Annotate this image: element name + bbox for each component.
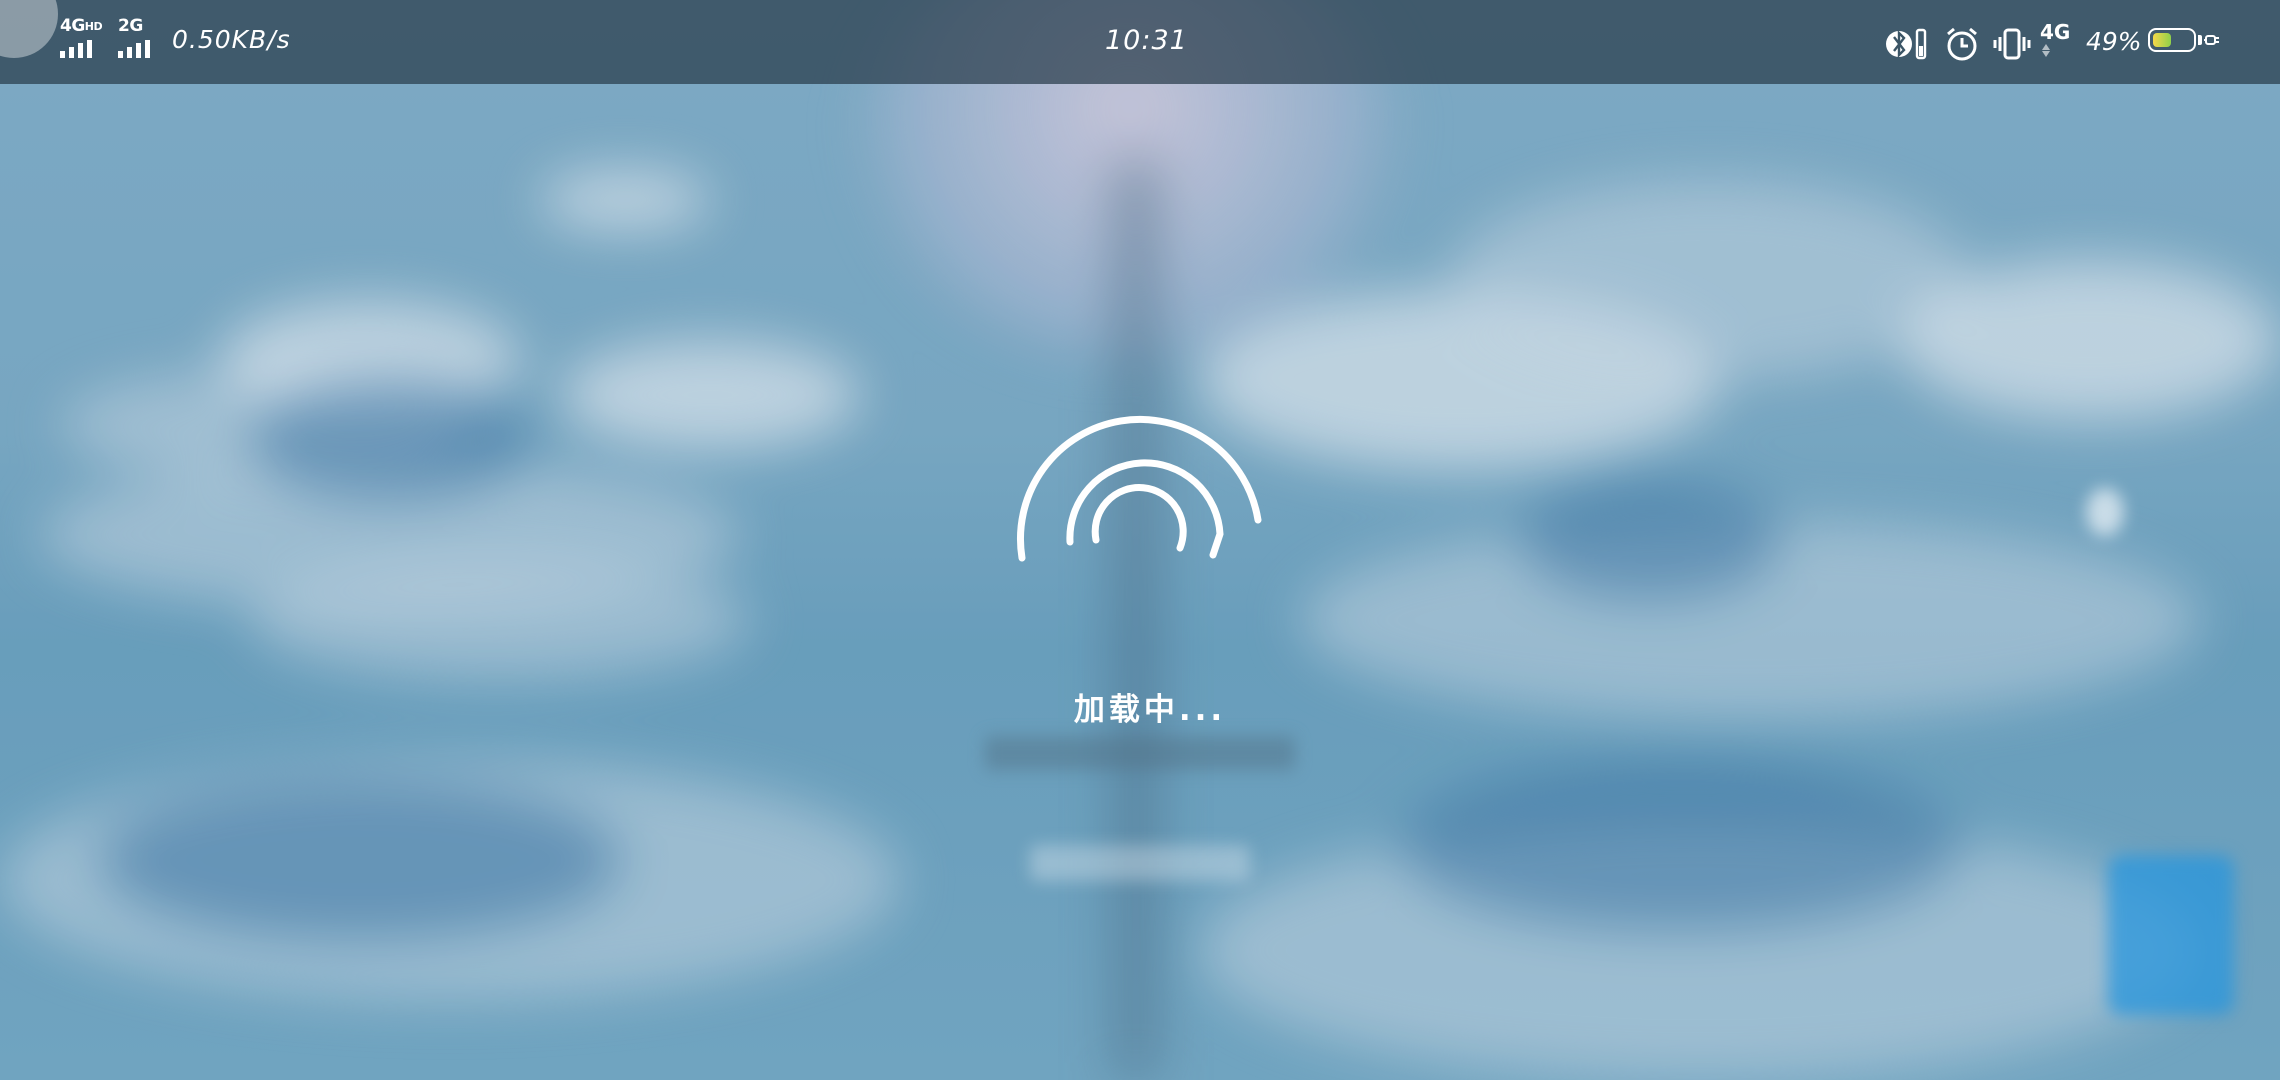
- network-speed: 0.50KB/s: [172, 25, 291, 54]
- mobile-data-indicator: 4G: [2040, 22, 2080, 62]
- bluetooth-icon: [1886, 28, 1927, 60]
- loading-text: 加载中...: [1073, 692, 1227, 728]
- alarm-icon: [1947, 27, 1977, 61]
- blurred-corner-widget: [2108, 855, 2234, 1015]
- battery-icon: [2148, 28, 2196, 52]
- blurred-start-label: [1030, 845, 1250, 881]
- clock: 10:31: [1105, 25, 1188, 56]
- network-signal-4g: 4GHD: [60, 18, 106, 58]
- battery-percentage: 49%: [2086, 27, 2142, 56]
- status-bar: 4GHD 2G 0.50KB/s 10:31 4G 49%: [0, 0, 2280, 84]
- mobile-data-label: 4G: [2040, 20, 2071, 44]
- network-type-label: 2G: [118, 16, 143, 36]
- blurred-progress-bar: [985, 736, 1295, 770]
- network-type-label: 4GHD: [60, 16, 103, 36]
- blurred-side-icon: [2086, 488, 2124, 536]
- signal-bars-icon: [60, 40, 92, 58]
- vibrate-icon: [1993, 28, 2031, 60]
- loading-arc-icon: [1016, 415, 1262, 562]
- network-signal-2g: 2G: [118, 18, 164, 58]
- battery-level-fill: [2153, 33, 2171, 47]
- floating-badge[interactable]: [0, 0, 58, 58]
- game-loading-screen: 4GHD 2G 0.50KB/s 10:31 4G 49% 加载中...: [0, 0, 2280, 1080]
- charging-plug-icon: [2204, 35, 2219, 45]
- signal-bars-icon: [118, 40, 150, 58]
- battery-cap: [2198, 35, 2202, 45]
- data-arrows-icon: [2042, 44, 2050, 57]
